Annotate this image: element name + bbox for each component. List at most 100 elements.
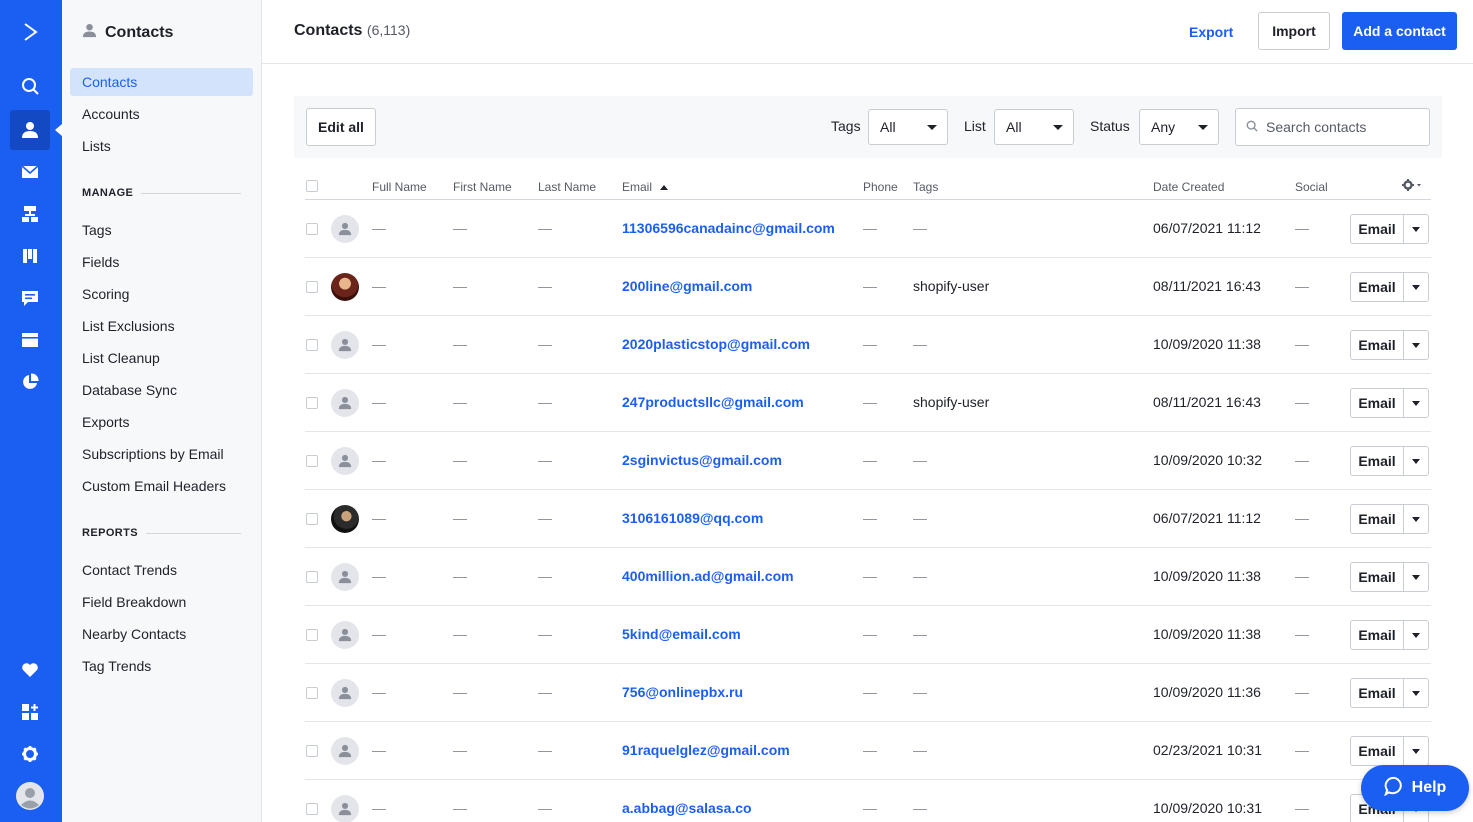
sidebar-item-accounts[interactable]: Accounts: [70, 100, 253, 128]
table-row[interactable]: — — — 756@onlinepbx.ru — — 10/09/2020 11:36 — Em…: [305, 664, 1431, 722]
list-filter-select[interactable]: All: [994, 109, 1074, 145]
tags-filter-select[interactable]: All: [868, 109, 948, 145]
email-action-button[interactable]: Email: [1351, 215, 1404, 243]
sidebar-item-scoring[interactable]: Scoring: [70, 280, 253, 308]
cell-email[interactable]: 2sginvictus@gmail.com: [622, 452, 782, 468]
table-row[interactable]: — — — 91raquelglez@gmail.com — — 02/23/2021 10…: [305, 722, 1431, 780]
cell-email[interactable]: 400million.ad@gmail.com: [622, 568, 794, 584]
column-first-name[interactable]: First Name: [453, 180, 512, 194]
search-icon[interactable]: [10, 66, 50, 106]
export-button[interactable]: Export: [1189, 20, 1233, 44]
table-row[interactable]: — — — 5kind@email.com — — 10/09/2020 11:38 — Ema…: [305, 606, 1431, 664]
sidebar-item-tags[interactable]: Tags: [70, 216, 253, 244]
user-avatar-icon[interactable]: [10, 776, 50, 816]
sidebar-item-exports[interactable]: Exports: [70, 408, 253, 436]
pipeline-icon[interactable]: [10, 236, 50, 276]
pie-chart-icon[interactable]: [10, 362, 50, 402]
add-contact-button[interactable]: Add a contact: [1342, 12, 1457, 50]
chevron-down-icon[interactable]: [1404, 679, 1428, 707]
chat-icon[interactable]: [10, 278, 50, 318]
table-row[interactable]: — — — 400million.ad@gmail.com — — 10/09/2020 1…: [305, 548, 1431, 606]
sidebar-item-database-sync[interactable]: Database Sync: [70, 376, 253, 404]
heart-icon[interactable]: [10, 650, 50, 690]
table-row[interactable]: — — — 200line@gmail.com — shopify-user 08/11/2…: [305, 258, 1431, 316]
status-filter-select[interactable]: Any: [1139, 109, 1219, 145]
envelope-icon[interactable]: [10, 152, 50, 192]
sidebar-item-subscriptions-by-email[interactable]: Subscriptions by Email: [70, 440, 253, 468]
column-social[interactable]: Social: [1295, 180, 1328, 194]
cell-email[interactable]: 2020plasticstop@gmail.com: [622, 336, 810, 352]
chevron-down-icon[interactable]: [1404, 737, 1428, 765]
sidebar-item-nearby-contacts[interactable]: Nearby Contacts: [70, 620, 253, 648]
sidebar-item-custom-email-headers[interactable]: Custom Email Headers: [70, 472, 253, 500]
sidebar-item-contact-trends[interactable]: Contact Trends: [70, 556, 253, 584]
cell-email[interactable]: 3106161089@qq.com: [622, 510, 763, 526]
table-row[interactable]: ———a.abbag@salasa.co——10/09/2020 10:31—E…: [305, 780, 1431, 822]
row-checkbox[interactable]: [306, 571, 318, 583]
person-icon[interactable]: [10, 110, 50, 150]
row-checkbox[interactable]: [306, 281, 318, 293]
email-action-button[interactable]: Email: [1351, 505, 1404, 533]
table-row[interactable]: — — — 2020plasticstop@gmail.com — — 10/09/2020…: [305, 316, 1431, 374]
chevron-down-icon[interactable]: [1404, 273, 1428, 301]
email-action-button[interactable]: Email: [1351, 679, 1404, 707]
sitemap-icon[interactable]: [10, 194, 50, 234]
help-button[interactable]: Help: [1361, 765, 1469, 811]
email-action-button[interactable]: Email: [1351, 563, 1404, 591]
cell-email[interactable]: 247productsllc@gmail.com: [622, 394, 804, 410]
sidebar-item-tag-trends[interactable]: Tag Trends: [70, 652, 253, 680]
sidebar-item-contacts[interactable]: Contacts: [70, 68, 253, 96]
cell-email[interactable]: 91raquelglez@gmail.com: [622, 742, 790, 758]
cell-email[interactable]: 11306596canadainc@gmail.com: [622, 220, 835, 236]
sidebar-item-field-breakdown[interactable]: Field Breakdown: [70, 588, 253, 616]
cell-email[interactable]: 756@onlinepbx.ru: [622, 684, 743, 700]
table-row[interactable]: — — — 247productsllc@gmail.com — shopify-user…: [305, 374, 1431, 432]
row-checkbox[interactable]: [306, 629, 318, 641]
search-contacts-input[interactable]: [1266, 119, 1416, 135]
browser-icon[interactable]: [10, 320, 50, 360]
row-checkbox[interactable]: [306, 687, 318, 699]
cell-email[interactable]: 5kind@email.com: [622, 626, 741, 642]
search-contacts-field[interactable]: [1235, 108, 1430, 146]
email-action-button[interactable]: Email: [1351, 621, 1404, 649]
apps-plus-icon[interactable]: [10, 692, 50, 732]
chevron-down-icon[interactable]: [1404, 621, 1428, 649]
sidebar-item-fields[interactable]: Fields: [70, 248, 253, 276]
email-action-button[interactable]: Email: [1351, 389, 1404, 417]
table-row[interactable]: — — — 2sginvictus@gmail.com — — 10/09/2020 10:…: [305, 432, 1431, 490]
row-checkbox[interactable]: [306, 803, 318, 815]
edit-all-button[interactable]: Edit all: [306, 108, 376, 146]
email-action-button[interactable]: Email: [1351, 737, 1404, 765]
email-action-button[interactable]: Email: [1351, 447, 1404, 475]
column-full-name[interactable]: Full Name: [372, 180, 427, 194]
select-all-checkbox[interactable]: [306, 180, 318, 192]
chevron-down-icon[interactable]: [1404, 389, 1428, 417]
column-email[interactable]: Email: [622, 180, 669, 194]
chevron-down-icon[interactable]: [1404, 505, 1428, 533]
column-date-created[interactable]: Date Created: [1153, 180, 1224, 194]
chevron-down-icon[interactable]: [1404, 331, 1428, 359]
row-checkbox[interactable]: [306, 513, 318, 525]
sidebar-item-list-exclusions[interactable]: List Exclusions: [70, 312, 253, 340]
chevron-down-icon[interactable]: [1404, 563, 1428, 591]
brand-logo-icon[interactable]: [10, 12, 50, 52]
row-checkbox[interactable]: [306, 397, 318, 409]
email-action-button[interactable]: Email: [1351, 273, 1404, 301]
sidebar-item-lists[interactable]: Lists: [70, 132, 253, 160]
table-row[interactable]: — — — 11306596canadainc@gmail.com — — 06/07/20…: [305, 200, 1431, 258]
gear-icon[interactable]: [10, 734, 50, 774]
chevron-down-icon[interactable]: [1404, 215, 1428, 243]
import-button[interactable]: Import: [1258, 12, 1330, 50]
cell-email[interactable]: a.abbag@salasa.co: [622, 800, 752, 816]
column-settings-gear-icon[interactable]: [1400, 178, 1424, 195]
table-row[interactable]: — — — 3106161089@qq.com — — 06/07/2021 11:12 — E…: [305, 490, 1431, 548]
column-tags[interactable]: Tags: [913, 180, 938, 194]
row-checkbox[interactable]: [306, 745, 318, 757]
email-action-button[interactable]: Email: [1351, 331, 1404, 359]
row-checkbox[interactable]: [306, 455, 318, 467]
chevron-down-icon[interactable]: [1404, 447, 1428, 475]
sidebar-item-list-cleanup[interactable]: List Cleanup: [70, 344, 253, 372]
column-phone[interactable]: Phone: [863, 180, 898, 194]
row-checkbox[interactable]: [306, 339, 318, 351]
column-last-name[interactable]: Last Name: [538, 180, 596, 194]
